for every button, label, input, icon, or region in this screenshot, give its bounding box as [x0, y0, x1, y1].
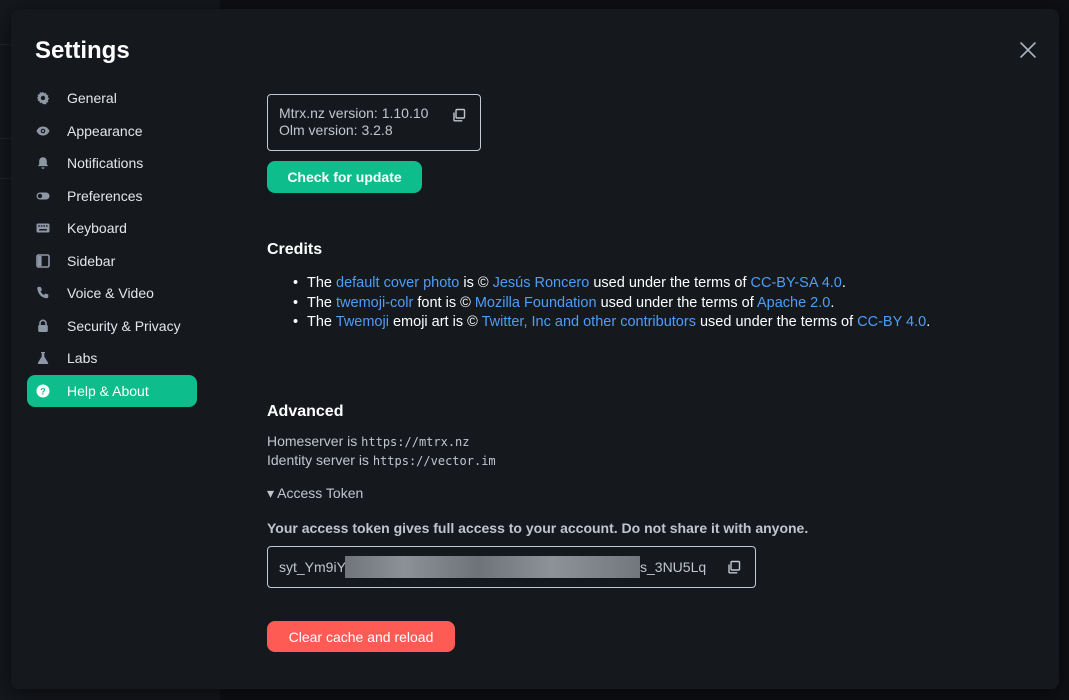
credits-heading: Credits — [267, 241, 323, 258]
credits-list: The default cover photo is © Jesús Ronce… — [288, 274, 953, 333]
credit-link[interactable]: CC-BY-SA 4.0 — [751, 275, 842, 291]
identity-server-line: Identity server is https://vector.im — [267, 452, 496, 468]
credit-link[interactable]: CC-BY 4.0 — [857, 314, 926, 330]
sidebar-item-general[interactable]: General — [27, 82, 197, 114]
close-button[interactable] — [1017, 39, 1039, 61]
sidebar-item-notifications[interactable]: Notifications — [27, 147, 197, 179]
gear-icon — [36, 91, 50, 105]
clear-cache-reload-button[interactable]: Clear cache and reload — [267, 621, 455, 652]
homeserver-line: Homeserver is https://mtrx.nz — [267, 433, 470, 449]
sidebar-item-help-about[interactable]: ? Help & About — [27, 374, 197, 407]
sidebar-item-appearance[interactable]: Appearance — [27, 115, 197, 147]
token-suffix: s_3NU5Lq — [640, 559, 707, 575]
credit-link[interactable]: Twemoji — [336, 314, 389, 330]
version-info-box: Mtrx.nz version: 1.10.10 Olm version: 3.… — [267, 94, 481, 151]
credit-link[interactable]: Twitter, Inc and other contributors — [482, 314, 696, 330]
sidebar-item-label: Preferences — [67, 187, 143, 204]
sidebar-item-label: Appearance — [67, 122, 143, 139]
flask-icon — [36, 351, 50, 365]
list-item: The twemoji-colr font is © Mozilla Found… — [288, 294, 953, 314]
olm-version: Olm version: 3.2.8 — [279, 122, 393, 138]
credit-link[interactable]: twemoji-colr — [336, 295, 413, 311]
help-icon: ? — [36, 384, 50, 398]
sidebar-item-label: Notifications — [67, 155, 144, 171]
token-prefix: syt_Ym9iY — [279, 559, 346, 575]
credit-link[interactable]: default cover photo — [336, 275, 459, 291]
help-about-panel: Mtrx.nz version: 1.10.10 Olm version: 3.… — [267, 9, 967, 689]
sidebar-item-labs[interactable]: Labs — [27, 342, 197, 374]
sidebar-item-preferences[interactable]: Preferences — [27, 180, 197, 212]
svg-text:?: ? — [40, 386, 46, 396]
lock-icon — [36, 319, 50, 333]
credit-link[interactable]: Jesús Roncero — [493, 275, 590, 291]
server-info: Homeserver is https://mtrx.nz Identity s… — [267, 432, 496, 470]
keyboard-icon — [36, 221, 50, 235]
access-token-warning: Your access token gives full access to y… — [267, 520, 809, 536]
app-version: Mtrx.nz version: 1.10.10 — [279, 105, 429, 121]
sidebar-item-label: Voice & Video — [67, 285, 154, 301]
list-item: The default cover photo is © Jesús Ronce… — [288, 274, 953, 294]
eye-icon — [36, 124, 50, 138]
list-item: The Twemoji emoji art is © Twitter, Inc … — [288, 313, 953, 333]
check-for-update-button[interactable]: Check for update — [267, 161, 422, 193]
copy-icon[interactable] — [452, 108, 466, 122]
close-icon — [1020, 42, 1036, 58]
sidebar-item-label: Security & Privacy — [67, 317, 181, 334]
advanced-heading: Advanced — [267, 403, 344, 420]
sidebar-item-security-privacy[interactable]: Security & Privacy — [27, 310, 197, 342]
sidebar-icon — [36, 253, 50, 268]
sidebar-item-sidebar[interactable]: Sidebar — [27, 245, 197, 277]
bell-icon — [36, 156, 50, 170]
phone-icon — [36, 286, 50, 300]
homeserver-url: https://mtrx.nz — [361, 435, 470, 449]
access-token-toggle[interactable]: ▾ Access Token — [267, 485, 363, 502]
sidebar-item-voice-video[interactable]: Voice & Video — [27, 277, 197, 309]
access-token-field[interactable]: syt_Ym9iY s_3NU5Lq — [267, 546, 756, 588]
toggle-icon — [36, 189, 50, 203]
dialog-title: Settings — [35, 37, 130, 64]
settings-dialog: Settings General Appearance Notification… — [11, 9, 1059, 689]
sidebar-item-label: Help & About — [67, 382, 149, 399]
sidebar-item-label: Labs — [67, 350, 98, 366]
sidebar-item-label: Sidebar — [67, 252, 116, 269]
identity-server-url: https://vector.im — [372, 454, 496, 468]
credit-link[interactable]: Apache 2.0 — [757, 295, 830, 311]
settings-sidebar: General Appearance Notifications Prefere… — [27, 82, 197, 407]
sidebar-item-label: Keyboard — [67, 220, 127, 236]
sidebar-item-keyboard[interactable]: Keyboard — [27, 212, 197, 244]
copy-icon[interactable] — [727, 560, 741, 574]
token-redacted-blur — [345, 556, 640, 578]
credit-link[interactable]: Mozilla Foundation — [475, 295, 597, 311]
sidebar-item-label: General — [67, 90, 117, 106]
